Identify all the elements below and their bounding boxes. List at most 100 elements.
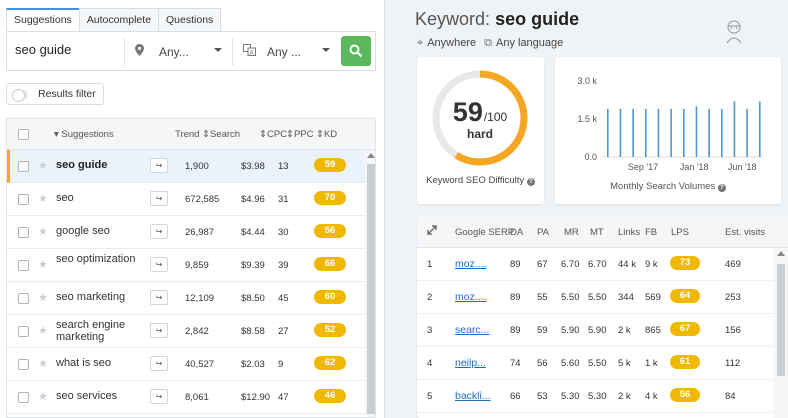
- volume-bar[interactable]: [607, 108, 609, 157]
- volume-bar[interactable]: [733, 101, 736, 157]
- table-row[interactable]: ★ google seo ↪ 26,987 $4.44 30 56: [7, 216, 365, 249]
- mt-value: 5.90: [588, 325, 607, 336]
- keyword-text[interactable]: search engine marketing: [56, 319, 144, 343]
- fb-value: 9 k: [645, 259, 658, 270]
- kd-badge: 62: [314, 356, 346, 370]
- keyword-text[interactable]: seo guide: [56, 159, 144, 171]
- header-cpc[interactable]: ⇕CPC: [259, 129, 287, 140]
- keyword-text[interactable]: seo: [56, 192, 144, 204]
- keyword-text[interactable]: seo marketing: [56, 291, 144, 303]
- y-tick-label: 3.0 k: [577, 76, 597, 86]
- keyword-text[interactable]: seo optimization: [56, 253, 144, 265]
- ppc-value: 47: [278, 392, 289, 403]
- serp-row: 5 backli... 66 53 5.30 5.30 2 k 4 k 56 84: [417, 380, 774, 413]
- location-select[interactable]: Any...: [124, 38, 230, 66]
- tab-autocomplete[interactable]: Autocomplete: [78, 8, 160, 32]
- search-button[interactable]: [341, 36, 371, 66]
- volume-bar[interactable]: [746, 108, 748, 157]
- keyword-text[interactable]: what is seo: [56, 357, 144, 369]
- header-trend[interactable]: Trend: [175, 129, 199, 140]
- expand-keyword-button[interactable]: ↪: [150, 290, 168, 305]
- expand-keyword-button[interactable]: ↪: [150, 356, 168, 371]
- expand-keyword-button[interactable]: ↪: [150, 191, 168, 206]
- info-icon[interactable]: ?: [717, 184, 726, 192]
- scroll-up-arrow[interactable]: [367, 153, 375, 158]
- result-link[interactable]: moz....: [455, 291, 487, 303]
- table-row[interactable]: ★ seo optimization ↪ 9,859 $9.39 39 66: [7, 249, 365, 282]
- volume-bar[interactable]: [619, 108, 622, 157]
- star-icon[interactable]: ★: [38, 324, 48, 337]
- select-all-checkbox[interactable]: [18, 129, 29, 140]
- scrollbar-thumb[interactable]: [777, 264, 785, 376]
- volume-bar[interactable]: [708, 108, 710, 157]
- header-kd[interactable]: ⇕KD: [316, 129, 337, 140]
- search-volume: 26,987: [185, 227, 215, 238]
- scrollbar[interactable]: [774, 248, 788, 418]
- language-select[interactable]: A Any ...: [232, 38, 338, 66]
- volume-bar[interactable]: [632, 108, 634, 157]
- volume-bar[interactable]: [670, 108, 672, 157]
- result-link[interactable]: searc...: [455, 324, 489, 336]
- results-filter-toggle[interactable]: Results filter: [6, 83, 104, 105]
- ppc-value: 9: [278, 359, 284, 370]
- volume-bar[interactable]: [683, 108, 685, 157]
- header-ppc[interactable]: ⇕PPC: [286, 129, 314, 140]
- ppc-value: 27: [278, 326, 289, 337]
- row-checkbox[interactable]: [18, 260, 29, 271]
- scrollbar[interactable]: [365, 150, 375, 417]
- kd-badge: 46: [314, 389, 346, 403]
- toggle-switch[interactable]: [12, 89, 28, 102]
- result-link[interactable]: backli...: [455, 390, 491, 402]
- star-icon[interactable]: ★: [38, 159, 48, 172]
- star-icon[interactable]: ★: [38, 357, 48, 370]
- table-row[interactable]: ★ seo ↪ 672,585 $4.96 31 70: [7, 183, 365, 216]
- star-icon[interactable]: ★: [38, 390, 48, 403]
- search-input[interactable]: seo guide: [15, 42, 71, 57]
- header-suggestions[interactable]: ▾ Suggestions: [54, 129, 114, 140]
- table-row[interactable]: ★ what is seo ↪ 40,527 $2.03 9 62: [7, 348, 365, 381]
- keyword-text[interactable]: google seo: [56, 225, 144, 237]
- serp-table: Google SERP DA PA MR MT Links FB LPS Est…: [417, 217, 788, 418]
- volume-bar[interactable]: [657, 108, 660, 157]
- header-search[interactable]: ⇕Search: [202, 129, 240, 140]
- location-pin-icon: [135, 44, 144, 59]
- table-row[interactable]: ★ seo guide ↪ 1,900 $3.98 13 59: [7, 150, 365, 183]
- star-icon[interactable]: ★: [38, 291, 48, 304]
- expand-keyword-button[interactable]: ↪: [150, 224, 168, 239]
- scrollbar-thumb[interactable]: [367, 164, 375, 414]
- row-checkbox[interactable]: [18, 326, 29, 337]
- volume-bar[interactable]: [695, 106, 698, 157]
- scroll-up-arrow[interactable]: [777, 251, 785, 256]
- star-icon[interactable]: ★: [38, 192, 48, 205]
- expand-keyword-button[interactable]: ↪: [150, 389, 168, 404]
- expand-keyword-button[interactable]: ↪: [150, 158, 168, 173]
- panel-divider: [385, 0, 397, 418]
- row-checkbox[interactable]: [18, 392, 29, 403]
- volume-bar[interactable]: [721, 108, 723, 157]
- row-checkbox[interactable]: [18, 194, 29, 205]
- keyword-text[interactable]: seo services: [56, 390, 144, 402]
- row-checkbox[interactable]: [18, 359, 29, 370]
- star-icon[interactable]: ★: [38, 258, 48, 271]
- volume-bar[interactable]: [645, 108, 647, 157]
- pa-value: 55: [537, 292, 548, 303]
- table-row[interactable]: ★ seo services ↪ 8,061 $12.90 47 46: [7, 381, 365, 414]
- row-checkbox[interactable]: [18, 161, 29, 172]
- volume-bar[interactable]: [759, 101, 761, 157]
- tab-suggestions[interactable]: Suggestions: [6, 8, 80, 32]
- star-icon[interactable]: ★: [38, 225, 48, 238]
- tab-questions[interactable]: Questions: [158, 8, 222, 32]
- expand-icon[interactable]: [427, 225, 437, 238]
- table-row[interactable]: ★ search engine marketing ↪ 2,842 $8.58 27 52: [7, 315, 365, 348]
- expand-keyword-button[interactable]: ↪: [150, 257, 168, 272]
- row-checkbox[interactable]: [18, 293, 29, 304]
- table-row[interactable]: ★ seo marketing ↪ 12,109 $8.50 45 60: [7, 282, 365, 315]
- info-icon[interactable]: ?: [526, 178, 535, 186]
- result-link[interactable]: neilp...: [455, 357, 486, 369]
- expand-keyword-button[interactable]: ↪: [150, 323, 168, 338]
- left-panel: Suggestions Autocomplete Questions seo g…: [0, 0, 385, 418]
- header-links: Links: [618, 227, 641, 238]
- ppc-value: 30: [278, 227, 289, 238]
- result-link[interactable]: moz....: [455, 258, 487, 270]
- row-checkbox[interactable]: [18, 227, 29, 238]
